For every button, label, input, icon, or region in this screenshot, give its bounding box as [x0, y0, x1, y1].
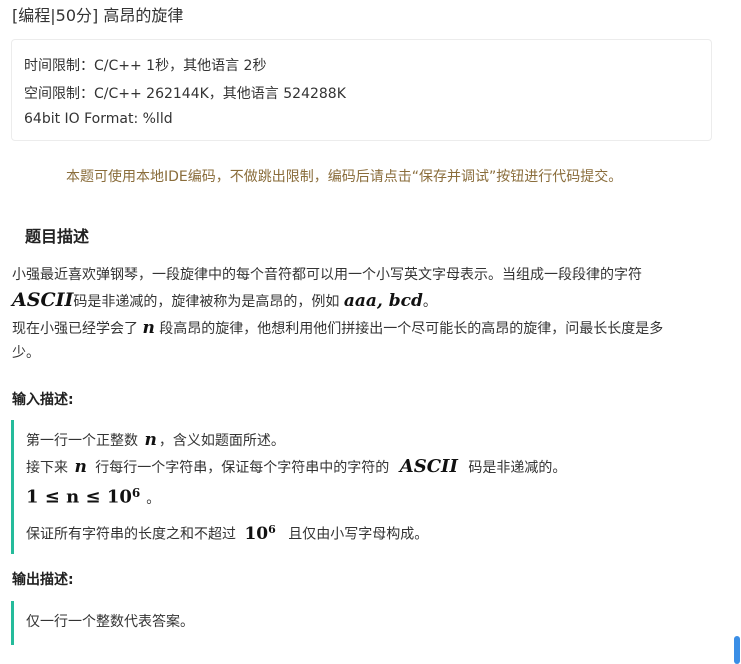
input-line-2-pre: 接下来: [26, 460, 73, 476]
output-block: 仅一行一个整数代表答案。: [11, 601, 701, 645]
n-math: n: [142, 318, 155, 338]
input-title: 输入描述:: [12, 392, 74, 408]
limits-panel: 时间限制：C/C++ 1秒，其他语言 2秒 空间限制：C/C++ 262144K…: [11, 39, 712, 141]
ascii-math: ASCII: [12, 289, 74, 311]
input-line-1: 第一行一个正整数 n ，含义如题面所述。: [26, 430, 285, 451]
description-line-3-pre: 现在小强已经学会了: [12, 321, 143, 337]
output-line-1: 仅一行一个整数代表答案。: [26, 614, 194, 630]
input-n-math: n: [144, 430, 157, 450]
io-format: 64bit IO Format: %lld: [24, 111, 173, 127]
description-line-2: ASCII码是非递减的，旋律被称为是高昂的，例如 aaa, bcd。: [12, 290, 437, 312]
output-title: 输出描述:: [12, 572, 74, 588]
constraint-exp: 6: [131, 486, 141, 500]
input-n2-math: n: [74, 457, 87, 477]
ten-exp: 6: [268, 523, 276, 536]
constraint-end: 。: [146, 490, 161, 507]
description-line-3-post: 段高昂的旋律，他想利用他们拼接出一个尽可能长的高昂的旋律，问最长长度是多: [154, 321, 664, 337]
input-line-2-mid: 行每行一个字符串，保证每个字符串中的字符的: [90, 460, 394, 476]
description-line-2-text: 码是非递减的，旋律被称为是高昂的，例如: [73, 294, 344, 310]
input-line-1-post: ，含义如题面所述。: [158, 433, 285, 449]
space-limit: 空间限制：C/C++ 262144K，其他语言 524288K: [24, 86, 346, 102]
description-line-1: 小强最近喜欢弹钢琴，一段旋律中的每个音符都可以用一个小写英文字母表示。当组成一段…: [12, 267, 642, 283]
input-line-1-pre: 第一行一个正整数: [26, 433, 143, 449]
problem-title: [编程|50分] 高昂的旋律: [12, 6, 184, 25]
ten-math: 10: [244, 523, 269, 544]
input-line-4-post: 且仅由小写字母构成。: [283, 526, 429, 543]
input-line-2-post: 码是非递减的。: [463, 460, 567, 476]
scrollbar-thumb[interactable]: [734, 636, 740, 664]
input-line-4-pre: 保证所有字符串的长度之和不超过: [26, 526, 241, 543]
input-line-2: 接下来 n 行每行一个字符串，保证每个字符串中的字符的 ASCII 码是非递减的…: [26, 457, 566, 478]
input-line-4: 保证所有字符串的长度之和不超过 106 且仅由小写字母构成。: [26, 520, 428, 545]
time-limit: 时间限制：C/C++ 1秒，其他语言 2秒: [24, 58, 267, 74]
description-title: 题目描述: [25, 227, 90, 246]
input-constraint: 1 ≤ n ≤ 106 。: [26, 483, 160, 509]
ide-notice: 本题可使用本地IDE编码，不做跳出限制，编码后请点击“保存并调试”按钮进行代码提…: [66, 169, 623, 185]
input-ascii-math: ASCII: [399, 456, 458, 477]
description-line-4: 少。: [12, 345, 40, 361]
input-block: 第一行一个正整数 n ，含义如题面所述。 接下来 n 行每行一个字符串，保证每个字…: [11, 420, 701, 554]
constraint-math: 1 ≤ n ≤ 10: [26, 486, 132, 508]
description-line-2-end: 。: [422, 294, 437, 310]
description-line-3: 现在小强已经学会了 n 段高昂的旋律，他想利用他们拼接出一个尽可能长的高昂的旋律…: [12, 318, 663, 339]
example-math: aaa, bcd: [343, 291, 423, 311]
